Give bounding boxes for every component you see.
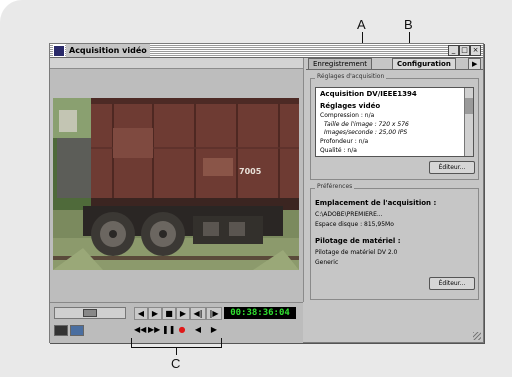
boxcar-number: 7005 (239, 167, 262, 176)
step-back-button[interactable]: ◀| (190, 307, 206, 320)
callout-b: B (404, 17, 413, 32)
shuttle-slider[interactable] (54, 307, 126, 319)
capture-location-heading: Emplacement de l'acquisition : (315, 199, 437, 207)
audio-mode-icon[interactable] (70, 325, 84, 336)
callout-c-line (176, 347, 177, 355)
compression-value: Compression : n/a (320, 112, 375, 119)
capture-settings-group: Réglages d'acquisition Acquisition DV/IE… (310, 73, 479, 180)
device-control-name: Pilotage de matériel DV 2.0 (315, 249, 398, 256)
resize-grip-icon[interactable] (473, 332, 481, 340)
play-button[interactable]: ▶ (176, 307, 190, 320)
capture-settings-title: Réglages d'acquisition (315, 73, 387, 80)
callout-c: C (171, 356, 181, 371)
preferences-group: Préférences Emplacement de l'acquisition… (310, 183, 479, 300)
mark-out-button[interactable]: ▶ (208, 324, 220, 335)
mark-in-button[interactable]: ◀ (192, 324, 204, 335)
capture-mode-icon[interactable] (54, 325, 68, 336)
device-editor-button[interactable]: Éditeur... (429, 277, 475, 290)
list-scrollbar[interactable] (464, 88, 473, 156)
window-titlebar[interactable]: Acquisition vidéo _ □ × (50, 44, 483, 58)
video-area: 7005 (50, 58, 304, 302)
shuttle-handle[interactable] (83, 309, 97, 317)
frame-size-value: Taille de l'image : 720 x 576 (324, 121, 409, 128)
scroll-thumb[interactable] (465, 98, 473, 114)
pause-button[interactable]: ❚❚ (162, 324, 175, 335)
preferences-title: Préférences (315, 183, 355, 190)
video-settings-heading: Réglages vidéo (320, 102, 381, 110)
disk-space-value: Espace disque : 815,95Mo (315, 221, 394, 228)
video-header-bar (50, 58, 303, 69)
frame-rate-value: Images/seconde : 25,00 IPS (324, 129, 408, 136)
capture-format-heading: Acquisition DV/IEEE1394 (320, 90, 417, 98)
fast-forward-button[interactable]: ▶▶ (148, 324, 160, 335)
capture-location-path: C:\ADOBE\PREMIERE... (315, 211, 383, 218)
video-preview: 7005 (53, 98, 299, 270)
capture-window: Acquisition vidéo _ □ × 7005 ◀ ▶ ■ ▶ ◀| … (49, 43, 484, 343)
fast-rewind-button[interactable]: ◀◀ (134, 324, 146, 335)
maximize-button[interactable]: □ (459, 45, 470, 56)
boxcar-video-frame: 7005 (53, 98, 299, 270)
quality-value: Qualité : n/a (320, 147, 357, 154)
timecode-display: 00:38:36:04 (224, 307, 296, 319)
stop-button[interactable]: ■ (162, 307, 176, 320)
rewind-button[interactable]: ◀ (134, 307, 148, 320)
step-forward-button[interactable]: |▶ (206, 307, 222, 320)
depth-value: Profondeur : n/a (320, 138, 369, 145)
tab-divider (306, 69, 483, 70)
device-control-heading: Pilotage de matériel : (315, 237, 401, 245)
device-control-generic: Generic (315, 259, 339, 266)
transport-controls: ◀ ▶ ■ ▶ ◀| |▶ 00:38:36:04 ◀◀ ▶▶ ❚❚ ● ◀ ▶ (50, 302, 303, 343)
close-button[interactable]: × (470, 45, 481, 56)
capture-settings-list[interactable]: Acquisition DV/IEEE1394 Réglages vidéo C… (315, 87, 474, 157)
callout-a: A (357, 17, 366, 32)
app-icon (53, 45, 65, 57)
record-button[interactable]: ● (176, 324, 188, 335)
forward-button[interactable]: ▶ (148, 307, 162, 320)
window-title: Acquisition vidéo (66, 44, 150, 57)
capture-editor-button[interactable]: Éditeur... (429, 161, 475, 174)
settings-panel: Enregistrement Configuration ▶ Réglages … (306, 58, 483, 342)
minimize-button[interactable]: _ (448, 45, 459, 56)
